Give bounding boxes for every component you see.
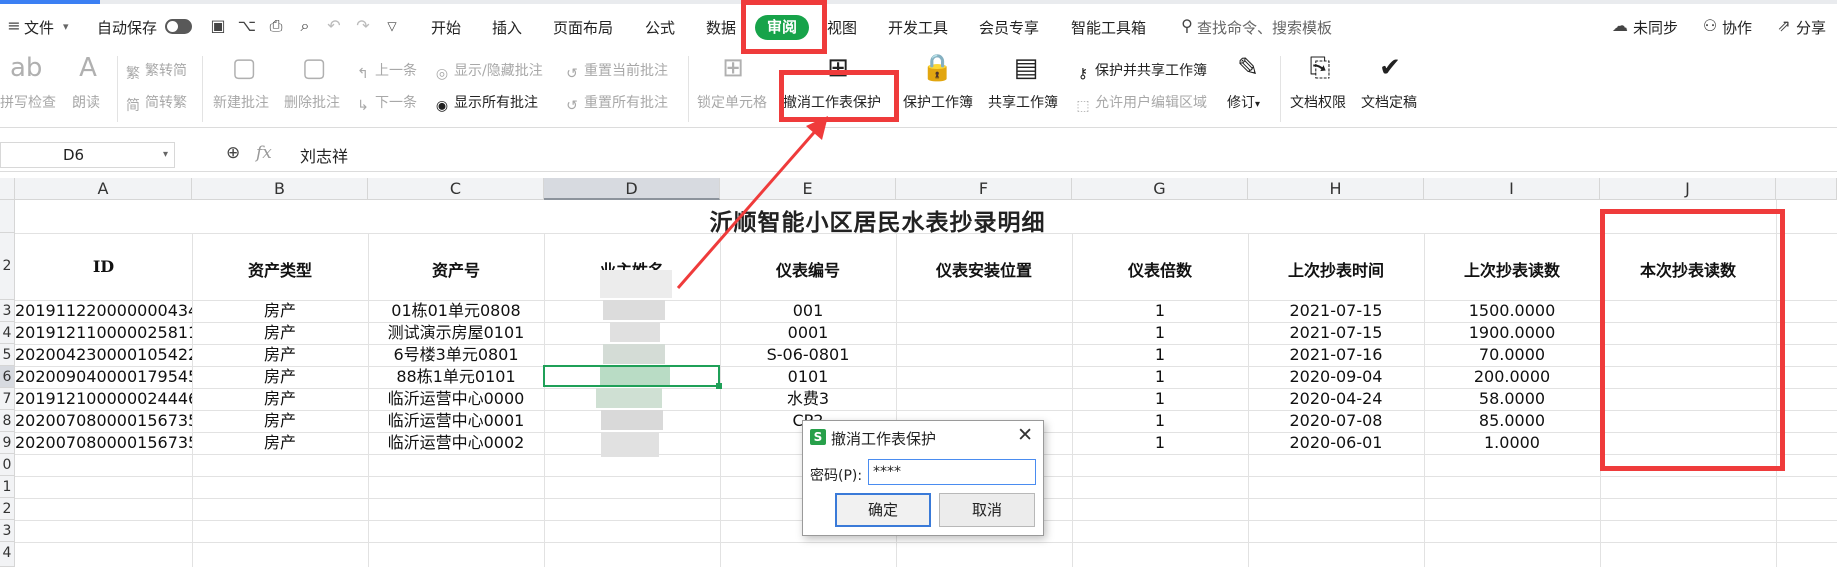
dialog-title: 撤消工作表保护 <box>831 430 937 448</box>
password-label: 密码(P): <box>810 468 863 484</box>
wps-logo-icon: S <box>810 429 826 445</box>
ok-button[interactable]: 确定 <box>835 493 931 527</box>
unprotect-sheet-dialog: S 撤消工作表保护 ✕ 密码(P): **** 确定 取消 <box>802 420 1044 536</box>
cancel-button[interactable]: 取消 <box>939 493 1035 527</box>
password-input[interactable]: **** <box>868 459 1036 485</box>
spreadsheet-app: ≡ 文件 ▾ 自动保存 ▣ ⌥ ⎙ ⌕ ↶ ↷ ▽ 开始 插入 页面布局 公式 … <box>0 0 1837 567</box>
close-icon[interactable]: ✕ <box>1017 424 1033 446</box>
